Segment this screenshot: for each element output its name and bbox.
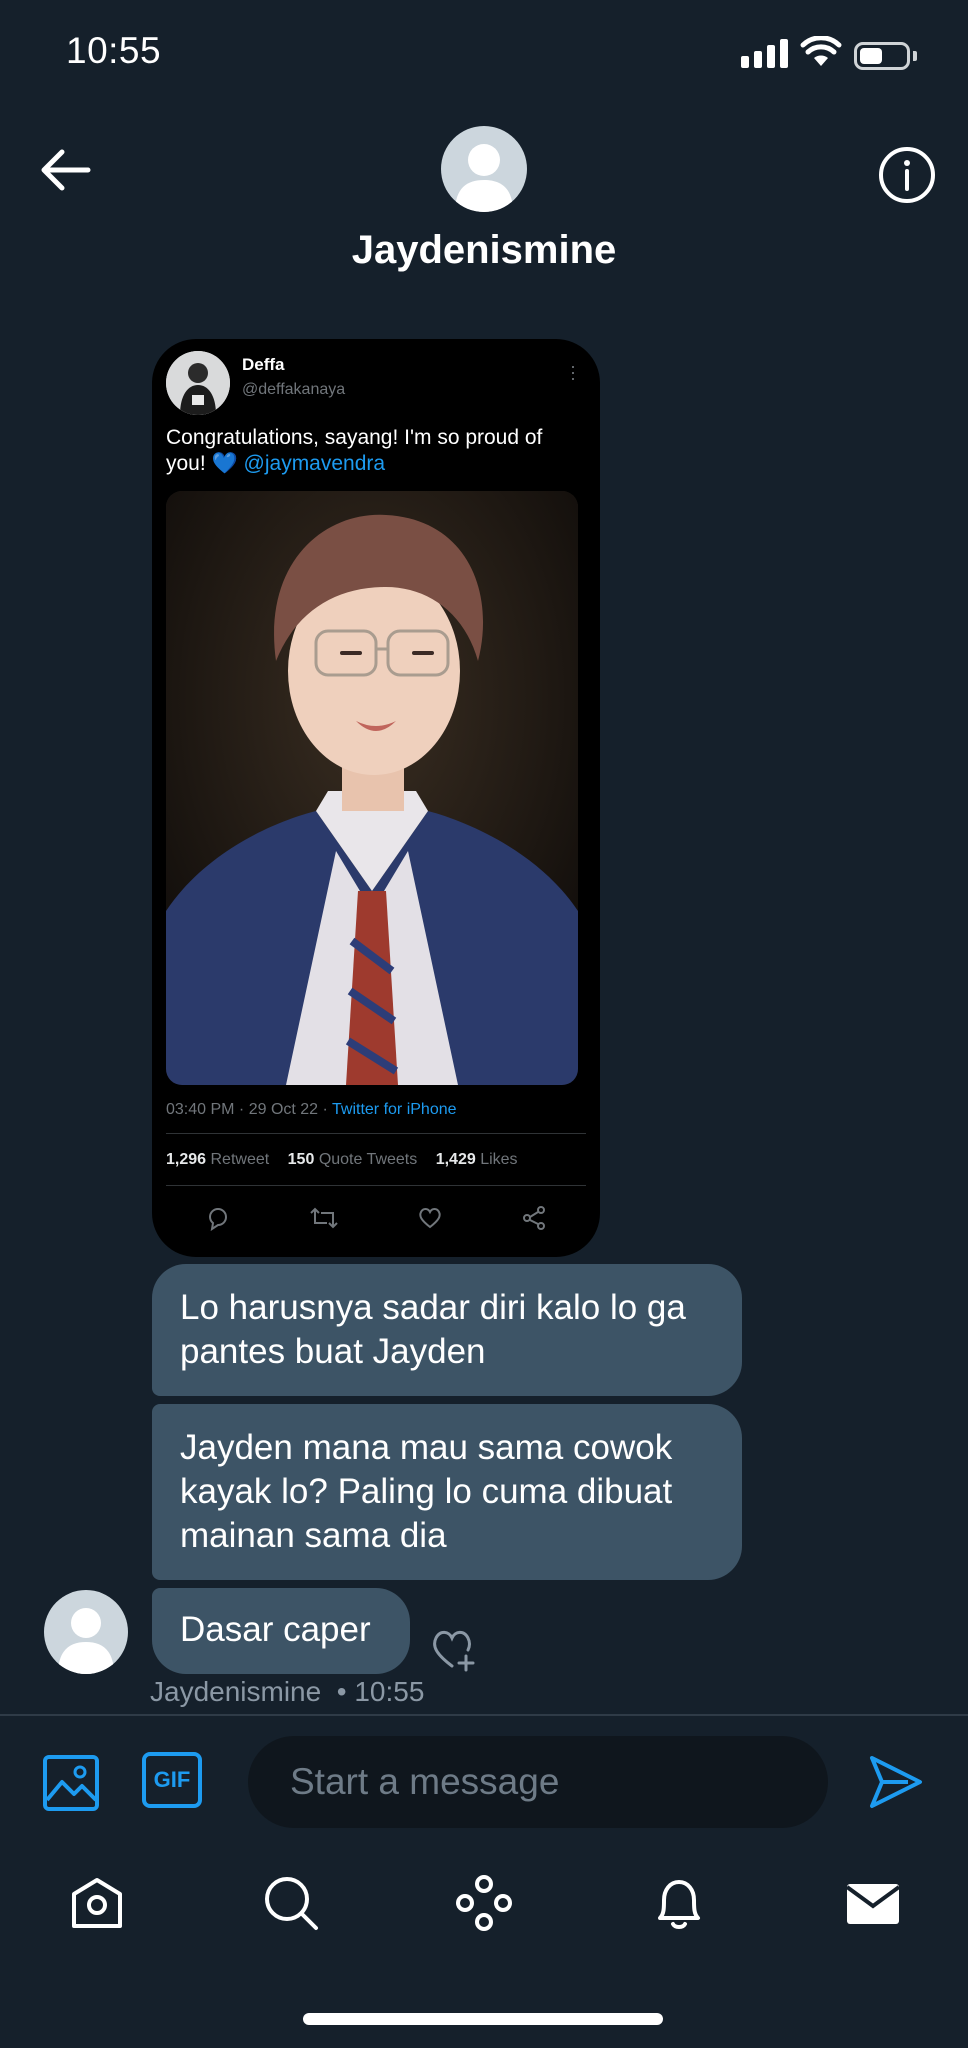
- battery-icon: [854, 42, 910, 70]
- sender-avatar[interactable]: [44, 1590, 128, 1674]
- message-input[interactable]: [248, 1736, 828, 1828]
- default-avatar-icon: [58, 1608, 114, 1674]
- tweet-timestamp: 03:40 PM · 29 Oct 22 · Twitter for iPhon…: [166, 1101, 457, 1118]
- search-icon[interactable]: [262, 1874, 320, 1932]
- image-icon[interactable]: [42, 1754, 100, 1812]
- tweet-stats: 1,296 Retweet 150 Quote Tweets 1,429 Lik…: [166, 1151, 518, 1168]
- spaces-icon[interactable]: [455, 1874, 513, 1932]
- blue-heart-emoji: 💙: [211, 452, 238, 475]
- message-bubble[interactable]: Jayden mana mau sama cowok kayak lo? Pal…: [152, 1404, 742, 1580]
- tweet-actions: [166, 1205, 586, 1231]
- send-icon[interactable]: [868, 1754, 924, 1810]
- home-icon[interactable]: [68, 1874, 126, 1932]
- retweet-icon: [310, 1207, 338, 1229]
- tweet-author-name: Deffa: [242, 355, 285, 374]
- gif-button[interactable]: GIF: [142, 1752, 202, 1808]
- tweet-mention: @jaymavendra: [243, 452, 386, 475]
- like-icon: [419, 1208, 441, 1229]
- tweet-text: Congratulations, sayang! I'm so proud of…: [166, 426, 543, 475]
- info-icon[interactable]: [878, 146, 936, 204]
- tweet-divider: [166, 1133, 586, 1134]
- more-options-icon: · · ·: [570, 356, 576, 388]
- conversation-title[interactable]: Jaydenismine: [0, 228, 968, 273]
- message-bubble[interactable]: Lo harusnya sadar diri kalo lo ga pantes…: [152, 1264, 742, 1396]
- home-indicator: [303, 2013, 663, 2025]
- tweet-source: Twitter for iPhone: [332, 1101, 457, 1118]
- default-avatar-icon: [455, 144, 513, 212]
- status-time: 10:55: [66, 30, 162, 71]
- tweet-author-handle: @deffakanaya: [242, 381, 346, 398]
- bell-icon[interactable]: [650, 1874, 708, 1932]
- mail-icon[interactable]: [844, 1874, 902, 1932]
- wifi-icon: [800, 36, 842, 66]
- shared-tweet-card[interactable]: Deffa @deffakanaya · · · Congratulations, …: [152, 339, 600, 1257]
- share-icon: [523, 1206, 545, 1230]
- composer-divider: [0, 1714, 968, 1716]
- message-bubble[interactable]: Dasar caper: [152, 1588, 410, 1674]
- tweet-divider: [166, 1185, 586, 1186]
- battery-nub: [913, 51, 917, 61]
- tweet-author-avatar: [166, 351, 230, 415]
- tweet-photo: [166, 491, 578, 1085]
- reply-icon: [208, 1208, 227, 1231]
- back-arrow-icon[interactable]: [38, 148, 92, 192]
- header-avatar[interactable]: [441, 126, 527, 212]
- add-reaction-icon[interactable]: [430, 1626, 482, 1672]
- message-meta: Jaydenismine • 10:55: [150, 1676, 425, 1707]
- cellular-signal-icon: [741, 38, 788, 68]
